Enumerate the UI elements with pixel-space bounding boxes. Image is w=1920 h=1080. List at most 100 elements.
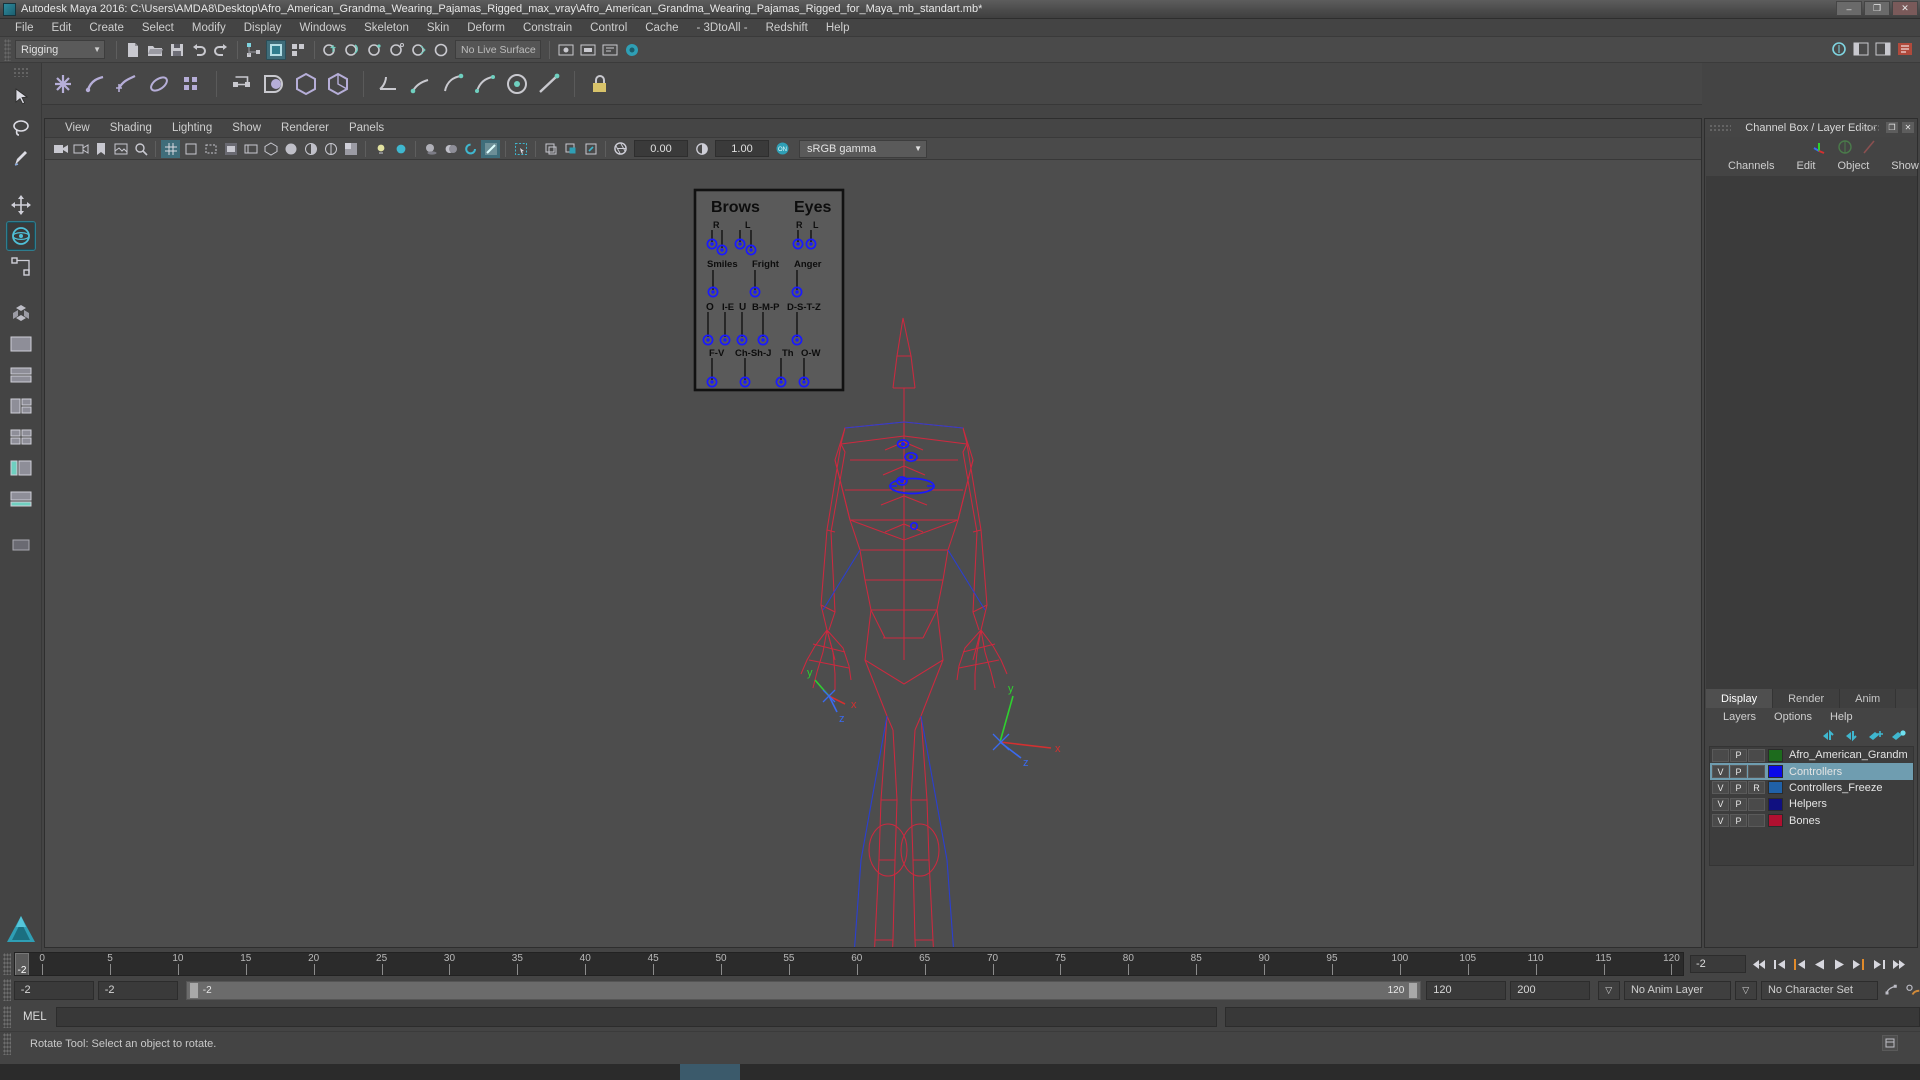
four-view-layout-icon[interactable] [6,298,36,328]
command-input-field[interactable] [55,1007,1218,1027]
menu-set-selector[interactable]: Rigging ▼ [15,40,105,59]
shadows-icon[interactable] [421,140,440,158]
menu-skeleton[interactable]: Skeleton [355,19,418,37]
menu-select[interactable]: Select [133,19,183,37]
step-back-key-icon[interactable] [1792,956,1807,972]
display-layer-list[interactable]: P Afro_American_Grandm V P Controllers V… [1709,746,1914,866]
help-line-expand-button[interactable] [1882,1035,1898,1051]
orient-constraint-icon[interactable] [438,69,468,99]
single-perspective-view-icon[interactable] [6,329,36,359]
move-layer-up-icon[interactable] [1822,729,1838,742]
go-to-end-icon[interactable] [1892,956,1907,972]
range-end-time-field[interactable]: 120 [1426,980,1507,1000]
tab-display[interactable]: Display [1706,689,1774,708]
detach-skin-icon[interactable] [291,69,321,99]
layer-row-afro-american-grandma[interactable]: P Afro_American_Grandm [1710,747,1913,763]
scale-tool-icon[interactable] [6,252,36,282]
menu-create[interactable]: Create [80,19,133,37]
anim-layer-selector[interactable]: No Anim Layer [1623,980,1732,1000]
range-start-handle[interactable] [188,981,199,999]
menu-3dtoall[interactable]: - 3DtoAll - [688,19,757,37]
viewport-menu-lighting[interactable]: Lighting [162,122,222,134]
menu-redshift[interactable]: Redshift [757,19,817,37]
range-end-handle[interactable] [1408,981,1419,999]
animation-end-time-field[interactable]: 200 [1510,980,1591,1000]
rotate-tool-icon[interactable] [5,221,36,251]
film-gate-icon[interactable] [181,140,200,158]
layer-row-bones[interactable]: V P Bones [1710,813,1913,829]
panel-grip[interactable] [1709,124,1731,132]
channel-box-menu-show[interactable]: Show [1880,160,1920,172]
layer-playback-toggle[interactable]: P [1730,748,1747,762]
layer-color-swatch[interactable] [1768,748,1783,762]
snap-to-projected-center-icon[interactable] [387,40,407,60]
menu-edit[interactable]: Edit [43,19,81,37]
toggle-tool-settings-icon[interactable] [1851,39,1871,59]
layer-playback-toggle[interactable]: P [1730,797,1747,811]
two-d-pan-zoom-icon[interactable] [131,140,150,158]
select-tool-icon[interactable] [6,82,36,112]
redo-icon[interactable] [211,40,231,60]
channel-box-menu-channels[interactable]: Channels [1717,160,1785,172]
command-language-label[interactable]: MEL [14,1011,56,1023]
go-to-start-icon[interactable] [1752,956,1767,972]
menu-control[interactable]: Control [581,19,636,37]
animation-preferences-icon[interactable] [1905,982,1920,998]
parent-constraint-icon[interactable] [374,69,404,99]
live-surface-field[interactable]: No Live Surface [455,40,541,59]
range-slider-grip[interactable] [3,979,11,1001]
layer-reference-toggle[interactable] [1748,797,1765,811]
color-profile-selector[interactable]: sRGB gamma ▼ [799,139,927,158]
aim-constraint-icon[interactable] [502,69,532,99]
menu-cache[interactable]: Cache [636,19,687,37]
command-output-field[interactable] [1225,1007,1920,1027]
menu-display[interactable]: Display [235,19,291,37]
camera-attributes-icon[interactable] [71,140,90,158]
snap-to-grid-icon[interactable] [321,40,341,60]
layer-menu-help[interactable]: Help [1821,711,1862,723]
menu-windows[interactable]: Windows [290,19,355,37]
point-constraint-icon[interactable] [406,69,436,99]
channel-box-menu-object[interactable]: Object [1826,160,1880,172]
range-slider-control[interactable]: -2 120 [185,980,1422,1000]
toolbox-grip[interactable] [12,67,29,77]
lock-attribute-icon[interactable] [585,69,615,99]
viewport-menu-shading[interactable]: Shading [100,122,162,134]
viewport-menu-renderer[interactable]: Renderer [271,122,339,134]
select-by-hierarchy-icon[interactable] [244,40,264,60]
lattice-icon[interactable] [176,69,206,99]
step-back-frame-icon[interactable] [1772,956,1787,972]
resolution-gate-icon[interactable] [201,140,220,158]
create-joint-icon[interactable] [48,69,78,99]
wireframe-shading-icon[interactable] [261,140,280,158]
use-all-lights-icon[interactable] [371,140,390,158]
layer-playback-toggle[interactable]: P [1730,765,1747,779]
menu-help[interactable]: Help [817,19,859,37]
paint-selection-tool-icon[interactable] [6,144,36,174]
viewport-3d-canvas[interactable]: Brows Eyes R L R L Smiles Fright Anger O… [45,160,1701,947]
ik-handle-icon[interactable] [80,69,110,99]
persp-graph-layout-icon[interactable] [6,484,36,514]
new-scene-icon[interactable] [123,40,143,60]
pole-vector-constraint-icon[interactable] [534,69,564,99]
character-set-selector[interactable]: No Character Set [1760,980,1878,1000]
four-panes-icon[interactable] [6,422,36,452]
layer-reference-toggle[interactable] [1748,765,1765,779]
layer-visibility-toggle[interactable]: V [1712,765,1729,779]
help-line-grip[interactable] [3,1032,11,1055]
undo-icon[interactable] [189,40,209,60]
current-frame-field[interactable]: -2 [1690,955,1746,973]
select-by-object-type-icon[interactable] [266,39,286,60]
undock-panel-button[interactable]: ❐ [1885,121,1899,134]
viewport-menu-panels[interactable]: Panels [339,122,394,134]
layer-color-swatch[interactable] [1768,814,1783,828]
bookmark-icon[interactable] [91,140,110,158]
step-forward-key-icon[interactable] [1852,956,1867,972]
hypergraph-icon[interactable] [578,40,598,60]
image-plane-icon[interactable] [111,140,130,158]
smooth-shade-all-icon[interactable] [281,140,300,158]
layer-menu-options[interactable]: Options [1765,711,1821,723]
close-panel-button[interactable]: ✕ [1901,121,1915,134]
menu-deform[interactable]: Deform [458,19,514,37]
layer-playback-toggle[interactable]: P [1730,781,1747,795]
